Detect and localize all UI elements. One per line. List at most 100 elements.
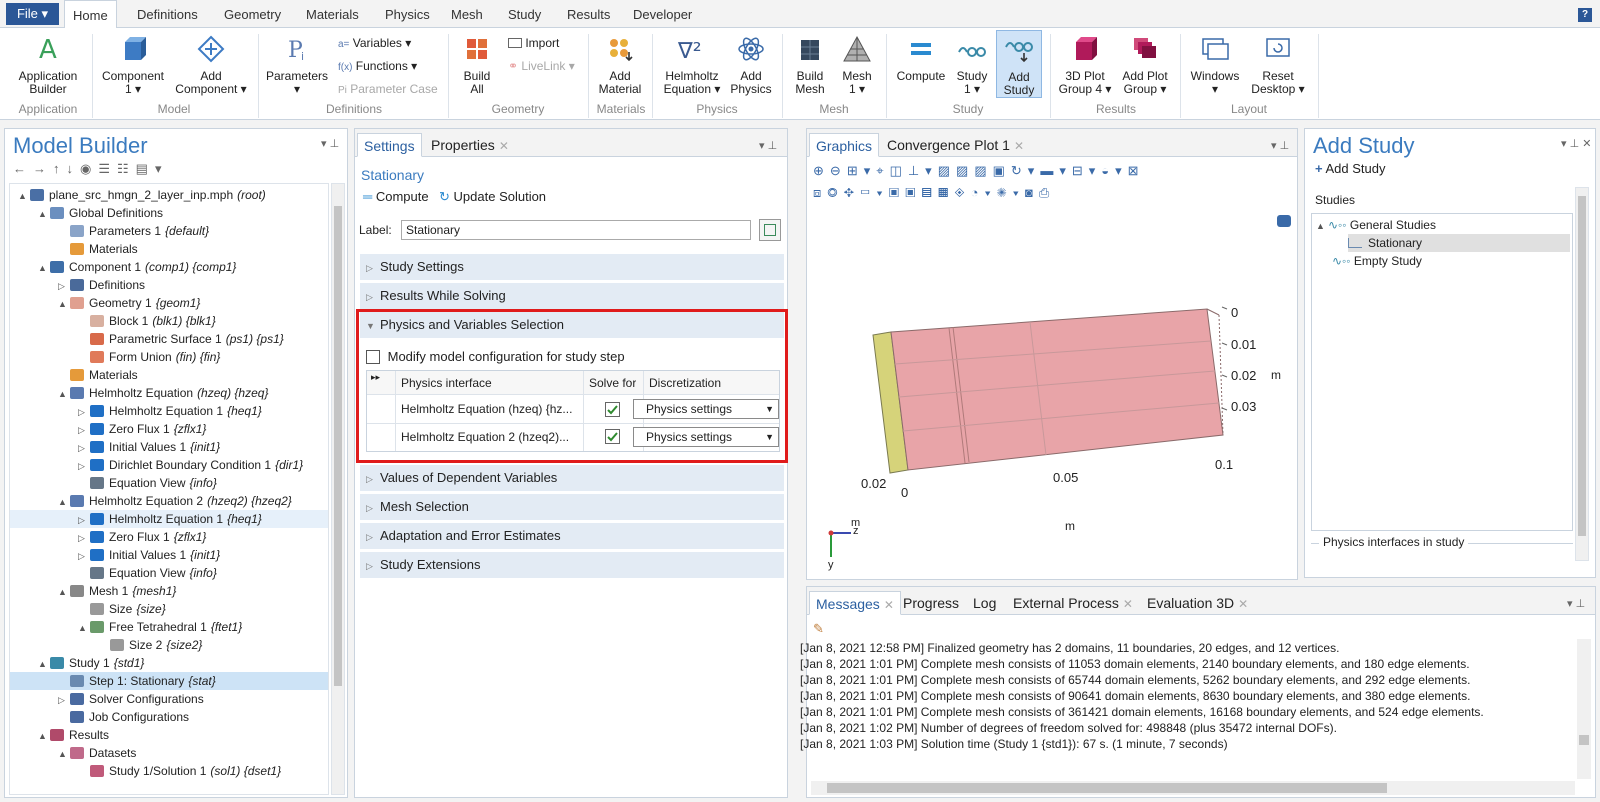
expand-arrow-icon[interactable]: ▷ bbox=[78, 529, 90, 547]
collapse-all-icon[interactable]: ☷ bbox=[117, 161, 136, 176]
tree-options-icon[interactable]: ▤ bbox=[136, 161, 155, 176]
add-study-scrollbar[interactable] bbox=[1575, 187, 1589, 561]
collapse-arrow-icon[interactable]: ▲ bbox=[38, 655, 50, 673]
collapse-arrow-icon[interactable]: ▲ bbox=[38, 205, 50, 223]
3d-plot-group-button[interactable]: 3D Plot Group 4 ▾ bbox=[1056, 34, 1114, 96]
windows-button[interactable]: Windows ▾ bbox=[1186, 34, 1244, 96]
expand-arrow-icon[interactable]: ▷ bbox=[58, 691, 70, 709]
tree-item[interactable]: ▷ Zero Flux 1 {zflx1} bbox=[10, 420, 328, 438]
tree-item[interactable]: ▲ Component 1 (comp1) {comp1} bbox=[10, 258, 328, 276]
toolbar-dropdown-icon[interactable]: ▾ bbox=[155, 161, 169, 176]
tab-home[interactable]: Home bbox=[64, 0, 117, 29]
tree-item[interactable]: Parameters 1 {default} bbox=[10, 222, 328, 240]
tab-external-process[interactable]: External Process ✕ bbox=[1007, 591, 1139, 615]
messages-hscroll-thumb[interactable] bbox=[827, 783, 1387, 793]
add-study-link[interactable]: + Add Study bbox=[1315, 161, 1386, 176]
tree-item[interactable]: ▲ plane_src_hmgn_2_layer_inp.mph (root) bbox=[10, 186, 328, 204]
parameters-button[interactable]: Pi Parameters ▾ bbox=[264, 34, 330, 96]
tree-item[interactable]: ▷ Solver Configurations bbox=[10, 690, 328, 708]
tree-item[interactable]: ▷ Zero Flux 1 {zflx1} bbox=[10, 528, 328, 546]
add-study-button[interactable]: Add Study bbox=[996, 30, 1042, 98]
tab-materials[interactable]: Materials bbox=[306, 0, 359, 28]
tab-properties[interactable]: Properties ✕ bbox=[425, 133, 515, 157]
graphics-canvas[interactable] bbox=[807, 129, 1299, 581]
tree-item[interactable]: ▲ Mesh 1 {mesh1} bbox=[10, 582, 328, 600]
tab-messages[interactable]: Messages ✕ bbox=[809, 591, 901, 615]
tree-item[interactable]: Materials bbox=[10, 366, 328, 384]
build-all-button[interactable]: Build All bbox=[454, 34, 500, 96]
helmholtz-equation-button[interactable]: ∇² Helmholtz Equation ▾ bbox=[658, 34, 726, 96]
add-physics-button[interactable]: Add Physics bbox=[728, 34, 774, 96]
functions-button[interactable]: f(x) Functions ▾ bbox=[338, 59, 417, 73]
tab-study[interactable]: Study bbox=[508, 0, 541, 28]
parameter-case-button[interactable]: Pi Parameter Case bbox=[338, 82, 438, 96]
tree-item[interactable]: ▷ Initial Values 1 {init1} bbox=[10, 438, 328, 456]
expand-arrow-icon[interactable]: ▷ bbox=[78, 403, 90, 421]
add-plot-group-button[interactable]: Add Plot Group ▾ bbox=[1116, 34, 1174, 96]
tab-mesh[interactable]: Mesh bbox=[451, 0, 483, 28]
expand-all-icon[interactable]: ☰ bbox=[98, 161, 117, 176]
build-mesh-button[interactable]: Build Mesh bbox=[788, 34, 832, 96]
tree-item[interactable]: ▲ Datasets bbox=[10, 744, 328, 762]
tab-results[interactable]: Results bbox=[567, 0, 610, 28]
messages-vscrollbar[interactable] bbox=[1577, 639, 1591, 779]
tree-item[interactable]: Parametric Surface 1 (ps1) {ps1} bbox=[10, 330, 328, 348]
help-icon[interactable]: ? bbox=[1578, 8, 1592, 22]
expand-arrow-icon[interactable]: ▷ bbox=[58, 277, 70, 295]
tree-item-general-studies[interactable]: ▲ ∿◦◦ General Studies bbox=[1316, 216, 1436, 234]
clear-broom-icon[interactable]: ✎ bbox=[813, 621, 824, 637]
expand-arrow-icon[interactable]: ▷ bbox=[78, 457, 90, 475]
label-settings-icon[interactable] bbox=[759, 219, 781, 241]
compute-button[interactable]: Compute bbox=[892, 34, 950, 83]
collapse-arrow-icon[interactable]: ▲ bbox=[38, 259, 50, 277]
expand-arrow-icon[interactable]: ▷ bbox=[78, 439, 90, 457]
tab-log[interactable]: Log bbox=[967, 591, 1002, 615]
section-mesh-selection[interactable]: ▷ Mesh Selection bbox=[360, 494, 784, 520]
tree-item[interactable]: ▲ Results bbox=[10, 726, 328, 744]
forward-arrow-icon[interactable]: → bbox=[33, 161, 53, 176]
mesh-1-button[interactable]: Mesh 1 ▾ bbox=[836, 34, 878, 96]
tree-item[interactable]: ▷ Helmholtz Equation 1 {heq1} bbox=[10, 510, 328, 528]
component-button[interactable]: Component 1 ▾ bbox=[98, 34, 168, 96]
tree-item[interactable]: Block 1 (blk1) {blk1} bbox=[10, 312, 328, 330]
tree-item[interactable]: Size 2 {size2} bbox=[10, 636, 328, 654]
collapse-arrow-icon[interactable]: ▲ bbox=[58, 295, 70, 313]
tree-item[interactable]: Size {size} bbox=[10, 600, 328, 618]
tree-item[interactable]: Study 1/Solution 1 (sol1) {dset1} bbox=[10, 762, 328, 780]
section-results-while-solving[interactable]: ▷ Results While Solving bbox=[360, 283, 784, 309]
panel-menu-icon[interactable]: ▾ ⊥ ✕ bbox=[1561, 137, 1591, 150]
tab-geometry[interactable]: Geometry bbox=[224, 0, 281, 28]
tree-item[interactable]: Job Configurations bbox=[10, 708, 328, 726]
tab-developer[interactable]: Developer bbox=[633, 0, 692, 28]
update-solution-link[interactable]: ↻ Update Solution bbox=[439, 189, 546, 205]
tree-scrollbar-thumb[interactable] bbox=[334, 206, 342, 686]
section-study-settings[interactable]: ▷ Study Settings bbox=[360, 254, 784, 280]
label-input[interactable]: Stationary bbox=[401, 220, 751, 240]
collapse-arrow-icon[interactable]: ▲ bbox=[58, 745, 70, 763]
close-icon[interactable]: ✕ bbox=[884, 598, 894, 612]
add-component-button[interactable]: Add Component ▾ bbox=[172, 34, 250, 96]
panel-menu-icon[interactable]: ▾ ⊥ bbox=[321, 137, 339, 150]
compute-link[interactable]: ═ Compute bbox=[363, 189, 429, 204]
tab-definitions[interactable]: Definitions bbox=[137, 0, 198, 28]
back-arrow-icon[interactable]: ← bbox=[13, 161, 33, 176]
tab-evaluation-3d[interactable]: Evaluation 3D ✕ bbox=[1141, 591, 1254, 615]
section-adaptation-error[interactable]: ▷ Adaptation and Error Estimates bbox=[360, 523, 784, 549]
tab-settings[interactable]: Settings bbox=[357, 133, 422, 157]
collapse-arrow-icon[interactable]: ▲ bbox=[58, 583, 70, 601]
reset-desktop-button[interactable]: Reset Desktop ▾ bbox=[1246, 34, 1310, 96]
tree-item-empty-study[interactable]: ∿◦◦ Empty Study bbox=[1332, 252, 1422, 270]
tree-item[interactable]: Materials bbox=[10, 240, 328, 258]
tree-item[interactable]: ▲ Free Tetrahedral 1 {ftet1} bbox=[10, 618, 328, 636]
livelink-button[interactable]: ⚭ LiveLink ▾ bbox=[508, 59, 575, 73]
tree-item[interactable]: ▲ Helmholtz Equation (hzeq) {hzeq} bbox=[10, 384, 328, 402]
import-button[interactable]: Import bbox=[508, 36, 559, 50]
section-study-extensions[interactable]: ▷ Study Extensions bbox=[360, 552, 784, 578]
expand-arrow-icon[interactable]: ▷ bbox=[78, 547, 90, 565]
tree-item[interactable]: Equation View {info} bbox=[10, 564, 328, 582]
file-menu-button[interactable]: File ▾ bbox=[6, 3, 59, 25]
tree-item[interactable]: Equation View {info} bbox=[10, 474, 328, 492]
expand-arrow-icon[interactable]: ▷ bbox=[78, 421, 90, 439]
collapse-arrow-icon[interactable]: ▲ bbox=[58, 493, 70, 511]
panel-menu-icon[interactable]: ▾ ⊥ bbox=[759, 139, 777, 152]
